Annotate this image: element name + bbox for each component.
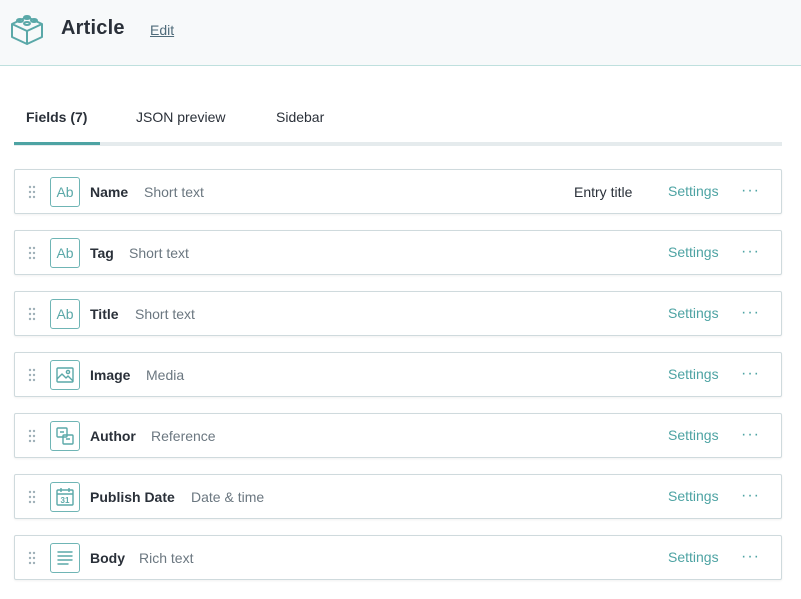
settings-link[interactable]: Settings xyxy=(668,244,719,260)
page-title: Article xyxy=(61,17,125,39)
calendar-icon: 31 xyxy=(50,482,80,512)
more-options-icon[interactable]: ··· xyxy=(741,487,759,505)
settings-link[interactable]: Settings xyxy=(668,427,719,443)
field-type: Reference xyxy=(151,428,216,444)
settings-link[interactable]: Settings xyxy=(668,305,719,321)
drag-handle-icon[interactable] xyxy=(28,429,36,443)
drag-handle-icon[interactable] xyxy=(28,490,36,504)
content-type-box-icon xyxy=(11,15,43,45)
more-options-icon[interactable]: ··· xyxy=(741,304,759,322)
field-name: Publish Date xyxy=(90,489,175,505)
more-options-icon[interactable]: ··· xyxy=(741,243,759,261)
field-row-name[interactable]: Ab Name Short text Entry title Settings … xyxy=(14,169,782,214)
field-name: Tag xyxy=(90,245,114,261)
field-row-author[interactable]: Author Reference Settings ··· xyxy=(14,413,782,458)
more-options-icon[interactable]: ··· xyxy=(741,426,759,444)
settings-link[interactable]: Settings xyxy=(668,488,719,504)
more-options-icon[interactable]: ··· xyxy=(741,182,759,200)
more-options-icon[interactable]: ··· xyxy=(741,548,759,566)
field-name: Title xyxy=(90,306,119,322)
settings-link[interactable]: Settings xyxy=(668,549,719,565)
calendar-day: 31 xyxy=(61,496,70,505)
drag-handle-icon[interactable] xyxy=(28,307,36,321)
text-ab-icon: Ab xyxy=(50,299,80,329)
text-ab-icon: Ab xyxy=(50,177,80,207)
field-name: Body xyxy=(90,550,125,566)
field-name: Author xyxy=(90,428,136,444)
field-row-image[interactable]: Image Media Settings ··· xyxy=(14,352,782,397)
reference-icon xyxy=(50,421,80,451)
field-type: Short text xyxy=(144,184,204,200)
media-image-icon xyxy=(50,360,80,390)
field-type: Rich text xyxy=(139,550,194,566)
drag-handle-icon[interactable] xyxy=(28,368,36,382)
text-ab-icon: Ab xyxy=(50,238,80,268)
tab-divider xyxy=(14,142,782,146)
field-name: Image xyxy=(90,367,131,383)
field-row-title[interactable]: Ab Title Short text Settings ··· xyxy=(14,291,782,336)
field-row-tag[interactable]: Ab Tag Short text Settings ··· xyxy=(14,230,782,275)
drag-handle-icon[interactable] xyxy=(28,551,36,565)
page-header: Article Edit xyxy=(0,0,801,66)
entry-title-badge: Entry title xyxy=(574,184,633,200)
settings-link[interactable]: Settings xyxy=(668,366,719,382)
field-type: Short text xyxy=(129,245,189,261)
settings-link[interactable]: Settings xyxy=(668,183,719,199)
tab-json-preview[interactable]: JSON preview xyxy=(136,109,225,125)
drag-handle-icon[interactable] xyxy=(28,185,36,199)
tab-bar: Fields (7) JSON preview Sidebar xyxy=(14,98,782,146)
drag-handle-icon[interactable] xyxy=(28,246,36,260)
field-type: Media xyxy=(146,367,185,383)
field-row-publish-date[interactable]: 31 Publish Date Date & time Settings ··· xyxy=(14,474,782,519)
rich-text-icon xyxy=(50,543,80,573)
more-options-icon[interactable]: ··· xyxy=(741,365,759,383)
field-type: Date & time xyxy=(191,489,265,505)
active-tab-indicator xyxy=(14,142,100,145)
tab-sidebar[interactable]: Sidebar xyxy=(276,109,324,125)
field-name: Name xyxy=(90,184,129,200)
field-type: Short text xyxy=(135,306,195,322)
tab-fields[interactable]: Fields (7) xyxy=(26,109,87,125)
field-row-body[interactable]: Body Rich text Settings ··· xyxy=(14,535,782,580)
edit-link[interactable]: Edit xyxy=(150,22,174,38)
